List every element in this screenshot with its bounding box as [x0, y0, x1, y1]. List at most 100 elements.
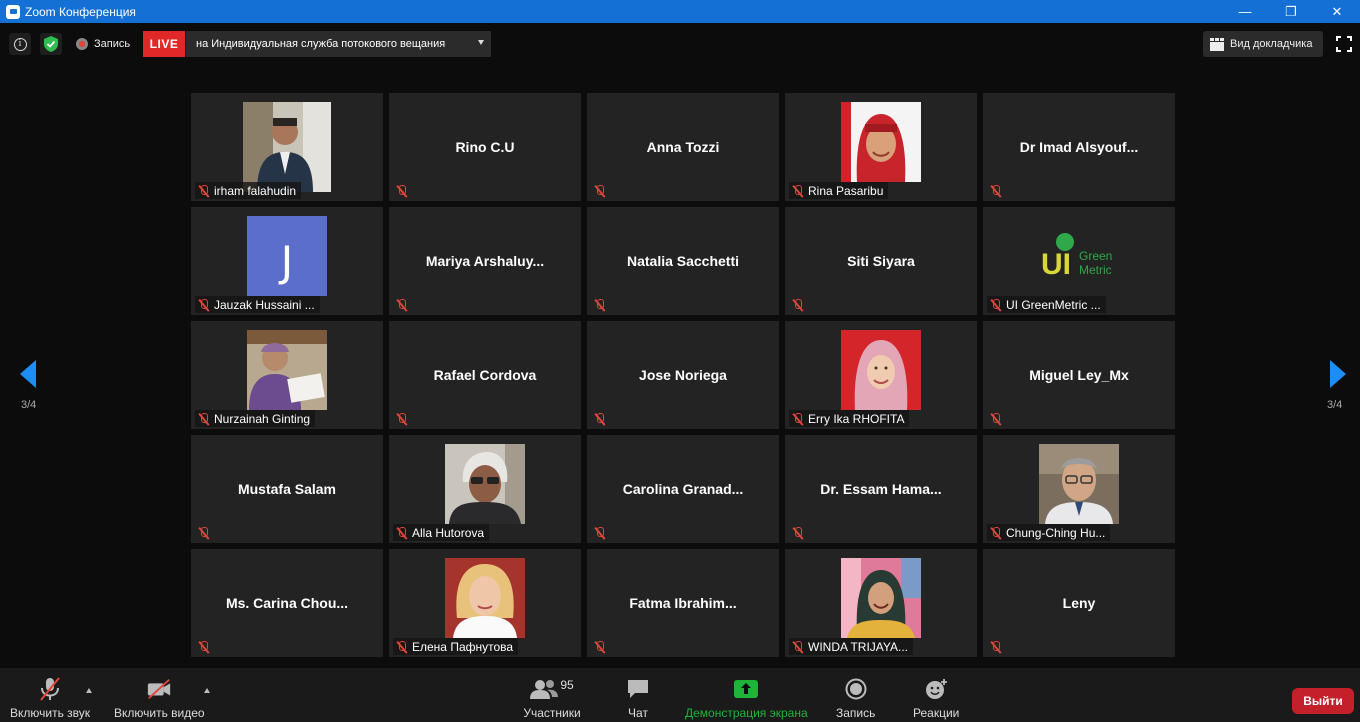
page-indicator-right: 3/4	[1327, 399, 1343, 411]
participant-tile[interactable]: Anna Tozzi	[587, 93, 779, 201]
gallery-grid: irham falahudin Rino C.U Anna Tozzi Rina Pa…	[191, 93, 1175, 657]
mic-muted-icon	[198, 184, 210, 197]
svg-text:UI: UI	[1041, 248, 1071, 281]
participants-button[interactable]: 95 Участники	[523, 678, 581, 720]
security-shield-button[interactable]	[40, 33, 62, 55]
participant-name: Leny	[1062, 595, 1096, 611]
participant-tile[interactable]: Alla Hutorova	[389, 435, 581, 543]
video-options-chevron-up-icon[interactable]	[204, 688, 210, 693]
participant-name: Carolina Granad...	[622, 481, 744, 497]
chat-label: Чат	[628, 706, 648, 720]
mic-muted-icon	[195, 638, 213, 655]
mic-muted-icon	[393, 296, 411, 313]
participant-name-label: Елена Пафнутова	[393, 638, 519, 655]
participant-tile[interactable]: Siti Siyara	[785, 207, 977, 315]
participant-name-label: UI GreenMetric ...	[987, 296, 1106, 313]
mic-muted-icon	[990, 526, 1002, 539]
share-screen-button[interactable]: Демонстрация экрана	[685, 678, 808, 720]
participants-icon	[530, 680, 559, 699]
chat-icon	[625, 678, 651, 700]
participant-tile[interactable]: Rina Pasaribu	[785, 93, 977, 201]
mic-muted-icon	[591, 524, 609, 541]
mic-muted-icon	[789, 524, 807, 541]
mic-muted-icon	[198, 412, 210, 425]
mic-muted-icon	[792, 184, 804, 197]
record-button[interactable]: Запись	[836, 678, 875, 720]
restore-button[interactable]: ❐	[1268, 0, 1314, 23]
participant-tile[interactable]: Dr Imad Alsyouf...	[983, 93, 1175, 201]
participant-tile[interactable]: Leny	[983, 549, 1175, 657]
participant-tile[interactable]: Jose Noriega	[587, 321, 779, 429]
start-video-button[interactable]: Включить видео	[114, 678, 205, 720]
live-stream-dropdown[interactable]: на Индивидуальная служба потокового веща…	[186, 31, 491, 57]
participant-tile[interactable]: Rafael Cordova	[389, 321, 581, 429]
live-stream-destination: на Индивидуальная служба потокового веща…	[196, 38, 446, 50]
reactions-button[interactable]: Реакции	[913, 678, 959, 720]
previous-page-arrow-icon[interactable]	[20, 360, 36, 388]
participant-name-label: Rina Pasaribu	[789, 182, 889, 199]
participant-tile[interactable]: Fatma Ibrahim...	[587, 549, 779, 657]
page-indicator-left: 3/4	[21, 399, 37, 411]
meeting-info-button[interactable]: i	[9, 33, 31, 55]
participant-name: Ms. Carina Chou...	[225, 595, 349, 611]
participant-tile[interactable]: Carolina Granad...	[587, 435, 779, 543]
live-badge[interactable]: LIVE	[143, 31, 185, 57]
participant-tile[interactable]: Ms. Carina Chou...	[191, 549, 383, 657]
participant-name: Anna Tozzi	[646, 139, 720, 155]
participant-tile[interactable]: Dr. Essam Hama...	[785, 435, 977, 543]
participant-tile[interactable]: Елена Пафнутова	[389, 549, 581, 657]
fullscreen-icon	[1336, 36, 1352, 52]
participant-tile[interactable]: WINDA TRIJAYA...	[785, 549, 977, 657]
participant-name: Елена Пафнутова	[412, 639, 514, 654]
participant-video	[841, 102, 921, 182]
audio-options-chevron-up-icon[interactable]	[86, 688, 92, 693]
mic-muted-icon	[987, 182, 1005, 199]
participant-tile[interactable]: Mariya Arshaluy...	[389, 207, 581, 315]
mic-muted-icon	[393, 182, 411, 199]
speaker-view-button[interactable]: Вид докладчика	[1203, 31, 1323, 57]
participant-video	[841, 330, 921, 410]
mic-muted-icon	[594, 298, 606, 311]
recording-indicator[interactable]: Запись	[76, 36, 130, 52]
participant-name: Chung-Ching Hu...	[1006, 525, 1106, 540]
participants-label: Участники	[523, 706, 581, 720]
participant-name-label: Alla Hutorova	[393, 524, 490, 541]
participant-tile[interactable]: J Jauzak Hussaini ...	[191, 207, 383, 315]
unmute-button[interactable]: Включить звук	[10, 677, 90, 720]
chat-button[interactable]: Чат	[625, 678, 651, 720]
mic-muted-icon	[393, 410, 411, 427]
mic-muted-icon	[594, 640, 606, 653]
participant-tile[interactable]: irham falahudin	[191, 93, 383, 201]
participant-tile[interactable]: Rino C.U	[389, 93, 581, 201]
minimize-button[interactable]: —	[1222, 0, 1268, 23]
participant-tile[interactable]: Miguel Ley_Mx	[983, 321, 1175, 429]
mic-muted-icon	[990, 298, 1002, 311]
mic-muted-icon	[591, 638, 609, 655]
participant-tile[interactable]: Erry Ika RHOFITA	[785, 321, 977, 429]
participant-name: Rino C.U	[455, 139, 515, 155]
leave-meeting-button[interactable]: Выйти	[1292, 688, 1354, 714]
next-page-arrow-icon[interactable]	[1330, 360, 1346, 388]
fullscreen-button[interactable]	[1334, 34, 1354, 54]
participant-tile[interactable]: UI Green Metric UI GreenMetric ...	[983, 207, 1175, 315]
participant-name: Alla Hutorova	[412, 525, 485, 540]
svg-text:Metric: Metric	[1079, 263, 1112, 277]
share-screen-icon	[733, 678, 759, 700]
mic-muted-icon	[198, 526, 210, 539]
participant-tile[interactable]: Natalia Sacchetti	[587, 207, 779, 315]
mic-muted-icon	[594, 412, 606, 425]
participant-tile[interactable]: Chung-Ching Hu...	[983, 435, 1175, 543]
shield-check-icon	[44, 36, 58, 52]
record-dot-icon	[76, 38, 88, 50]
close-window-button[interactable]: ✕	[1314, 0, 1360, 23]
participant-name: Jose Noriega	[639, 367, 727, 383]
meeting-toolbar: Включить звук Включить видео 95 Участник…	[0, 668, 1360, 722]
participant-tile[interactable]: Mustafa Salam	[191, 435, 383, 543]
participant-tile[interactable]: Nurzainah Ginting	[191, 321, 383, 429]
participant-name-label: WINDA TRIJAYA...	[789, 638, 914, 655]
participant-name: Jauzak Hussaini ...	[214, 297, 315, 312]
zoom-app-icon	[6, 4, 20, 19]
participant-name: irham falahudin	[214, 183, 297, 198]
participant-name: Miguel Ley_Mx	[1029, 367, 1129, 383]
participant-name: Fatma Ibrahim...	[629, 595, 737, 611]
